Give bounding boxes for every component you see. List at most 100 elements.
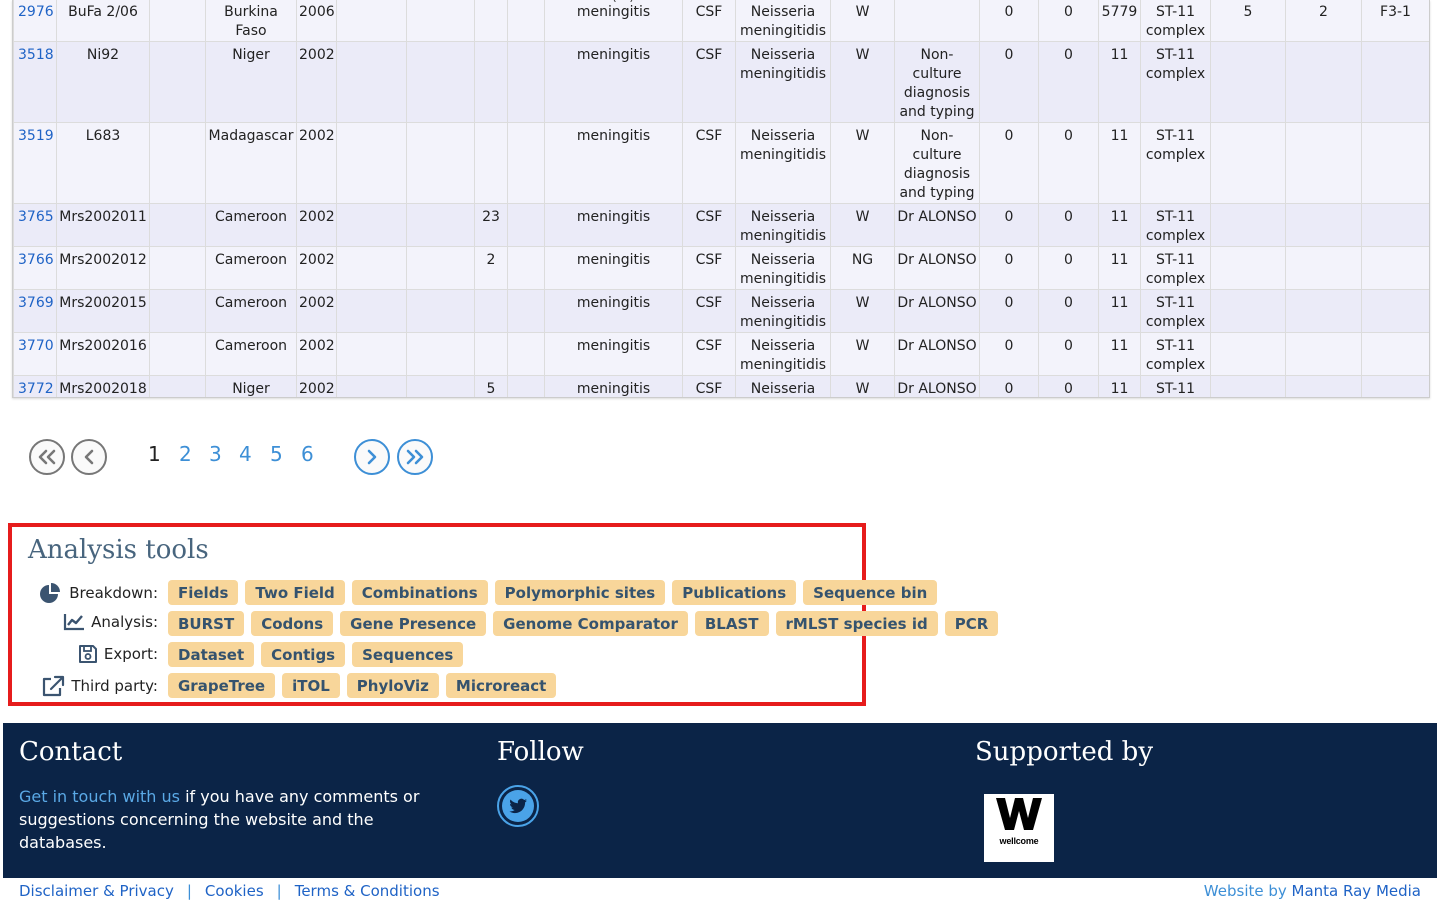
table-cell-country: Niger [205, 375, 297, 397]
phyloviz-button[interactable]: PhyloViz [346, 673, 439, 698]
export-label: Export: [103, 645, 158, 663]
table-cell-c8 [507, 122, 545, 204]
table-cell-c15: 0 [1038, 41, 1099, 123]
table-cell-c14: 0 [979, 375, 1039, 397]
table-row: 3766 Mrs2002012 Cameroon 2002 2 meningitis CSF… [13, 246, 1429, 290]
page-3[interactable]: 3 [209, 442, 222, 466]
polymorphic-sites-button[interactable]: Polymorphic sites [494, 580, 666, 605]
table-cell-c14: 0 [979, 122, 1039, 204]
table-cell-id: 2976 [13, 0, 57, 42]
table-cell-c6 [406, 122, 475, 204]
isolate-id-link[interactable]: 3518 [18, 47, 54, 63]
terms-conditions-link[interactable]: Terms & Conditions [295, 882, 440, 900]
gene-presence-button[interactable]: Gene Presence [340, 611, 487, 636]
burst-button[interactable]: BURST [168, 611, 245, 636]
contigs-button[interactable]: Contigs [261, 642, 346, 667]
table-cell-empty [149, 41, 206, 123]
table-cell-c8 [507, 0, 545, 42]
isolate-id-link[interactable]: 3769 [18, 295, 54, 311]
table-row: 3772 Mrs2002018 Niger 2002 5 meningitis CSF Nei… [13, 375, 1429, 397]
next-page-button[interactable] [354, 439, 390, 475]
table-cell-c19 [1285, 332, 1362, 376]
table-cell-country: Cameroon [205, 332, 297, 376]
page-1[interactable]: 1 [148, 442, 161, 466]
link-separator: | [276, 882, 282, 900]
table-cell-empty [149, 246, 206, 290]
two-field-button[interactable]: Two Field [245, 580, 345, 605]
table-cell-c18 [1210, 246, 1286, 290]
table-cell-c18 [1210, 332, 1286, 376]
table-cell-comments: Dr ALONSO [894, 246, 980, 290]
table-cell-c6 [406, 375, 475, 397]
truncated-header-text: (...) [548, 0, 698, 4]
table-cell-serogroup: W [830, 41, 895, 123]
contact-heading: Contact [19, 737, 123, 767]
page-5[interactable]: 5 [270, 442, 283, 466]
table-cell-c8 [507, 375, 545, 397]
page-6[interactable]: 6 [301, 442, 314, 466]
disclaimer-privacy-link[interactable]: Disclaimer & Privacy [19, 882, 174, 900]
contact-link[interactable]: Get in touch with us [19, 787, 180, 806]
credit-prefix: Website by [1203, 882, 1292, 900]
table-cell-c7 [474, 122, 508, 204]
combinations-button[interactable]: Combinations [351, 580, 488, 605]
sequences-button[interactable]: Sequences [352, 642, 464, 667]
prev-page-button[interactable] [71, 439, 107, 475]
table-cell-disease: meningitis [544, 41, 683, 123]
table-cell-year: 2002 [296, 246, 337, 290]
manta-ray-media-link[interactable]: Manta Ray Media [1292, 882, 1421, 900]
table-cell-clonal-complex: ST-11 complex [1140, 246, 1211, 290]
analysis-row: Analysis: BURST Codons Gene Presence Gen… [12, 611, 999, 637]
isolate-id-link[interactable]: 3766 [18, 252, 54, 268]
table-cell-c7: 2 [474, 246, 508, 290]
isolate-id-link[interactable]: 3772 [18, 381, 54, 397]
table-cell-c6 [406, 246, 475, 290]
page-2[interactable]: 2 [179, 442, 192, 466]
table-cell-empty [149, 203, 206, 247]
table-cell-source: CSF [682, 246, 736, 290]
table-cell-comments: Dr ALONSO [894, 289, 980, 333]
analysis-label-group: Analysis: [63, 613, 158, 631]
genome-comparator-button[interactable]: Genome Comparator [493, 611, 688, 636]
table-cell-serogroup: NG [830, 246, 895, 290]
last-page-button[interactable] [397, 439, 433, 475]
table-cell-st: 11 [1098, 375, 1141, 397]
table-cell-c6 [406, 332, 475, 376]
table-cell-c6 [406, 0, 475, 42]
table-cell-disease: meningitis [544, 375, 683, 397]
fields-button[interactable]: Fields [168, 580, 239, 605]
publications-button[interactable]: Publications [672, 580, 797, 605]
sequence-bin-button[interactable]: Sequence bin [803, 580, 938, 605]
pcr-button[interactable]: PCR [944, 611, 999, 636]
table-cell-c8 [507, 332, 545, 376]
table-cell-country: Cameroon [205, 289, 297, 333]
table-row: 3770 Mrs2002016 Cameroon 2002 meningitis CSF N… [13, 332, 1429, 376]
dataset-button[interactable]: Dataset [168, 642, 255, 667]
table-cell-clonal-complex: ST-11 complex [1140, 41, 1211, 123]
isolate-id-link[interactable]: 3765 [18, 209, 54, 225]
blast-button[interactable]: BLAST [694, 611, 769, 636]
table-cell-country: Cameroon [205, 246, 297, 290]
table-cell-species: Neisseria meningitidis [735, 289, 831, 333]
itol-button[interactable]: iTOL [282, 673, 340, 698]
rmlst-species-id-button[interactable]: rMLST species id [775, 611, 938, 636]
third-party-label: Third party: [71, 677, 158, 695]
table-cell-disease: meningitis [544, 203, 683, 247]
breakdown-label-group: Breakdown: [39, 582, 158, 604]
twitter-link[interactable] [497, 785, 539, 827]
microreact-button[interactable]: Microreact [445, 673, 557, 698]
cookies-link[interactable]: Cookies [205, 882, 264, 900]
isolate-id-link[interactable]: 2976 [18, 4, 54, 20]
isolate-id-link[interactable]: 3770 [18, 338, 54, 354]
codons-button[interactable]: Codons [251, 611, 334, 636]
grapetree-button[interactable]: GrapeTree [168, 673, 276, 698]
first-page-button[interactable] [29, 439, 65, 475]
floppy-disk-icon [78, 645, 97, 663]
page-4[interactable]: 4 [239, 442, 252, 466]
table-cell-isolate: Mrs2002011 [56, 203, 150, 247]
wellcome-logo[interactable]: wellcome [984, 794, 1054, 862]
table-cell-c5 [336, 332, 407, 376]
isolate-id-link[interactable]: 3519 [18, 128, 54, 144]
table-cell-c7: 23 [474, 203, 508, 247]
table-cell-c7 [474, 41, 508, 123]
